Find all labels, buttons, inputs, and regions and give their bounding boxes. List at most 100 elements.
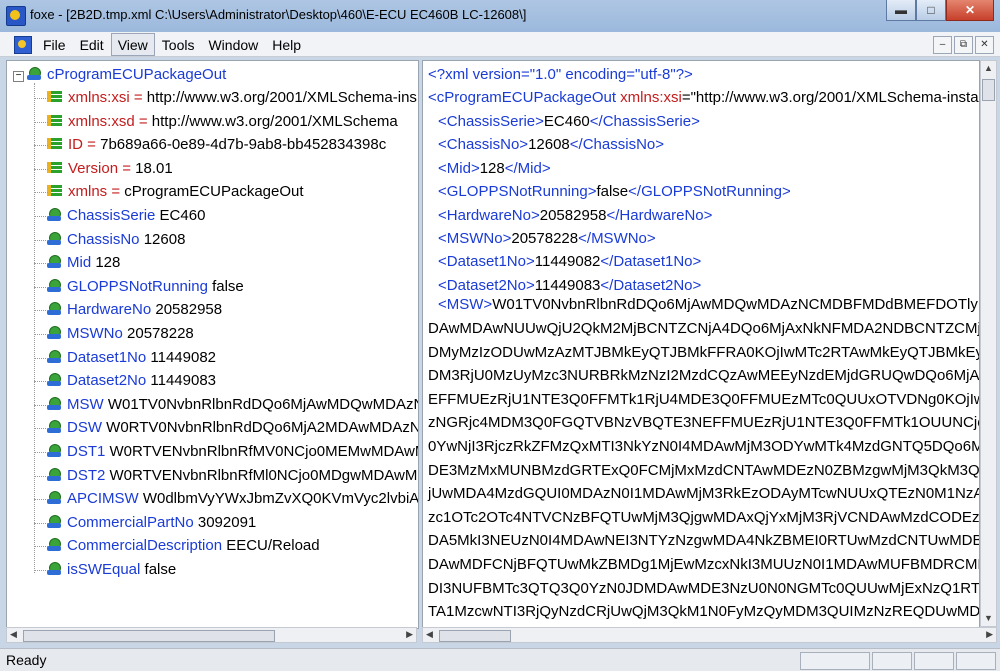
- window-controls: ▬ □ ✕: [886, 0, 994, 22]
- tree-connector: [34, 381, 48, 383]
- collapse-toggle-icon[interactable]: −: [13, 71, 24, 82]
- element-value: 12608: [143, 230, 186, 248]
- xml-root-open: <cProgramECUPackageOut xmlns:xsi="http:/…: [428, 89, 980, 106]
- status-cell: [872, 652, 912, 670]
- tree-attribute-row[interactable]: Version = 18.01: [47, 158, 173, 180]
- window-title: foxe - [2B2D.tmp.xml C:\Users\Administra…: [30, 7, 527, 22]
- attribute-value: http://www.w3.org/2001/XMLSchema-ins: [146, 89, 417, 106]
- xml-declaration: <?xml version="1.0" encoding="utf-8"?>: [428, 66, 693, 83]
- attribute-icon: [47, 91, 62, 103]
- attribute-value: 7b689a66-0e89-4d7b-9ab8-bb452834398c: [100, 136, 387, 154]
- element-icon: [47, 208, 61, 222]
- tree-element-row[interactable]: Mid 128: [47, 252, 120, 274]
- tree-element-row[interactable]: ChassisNo 12608: [47, 229, 185, 251]
- doc-close-button[interactable]: ✕: [975, 36, 994, 54]
- scroll-up-icon[interactable]: ▲: [981, 61, 996, 76]
- element-name: DSW: [67, 419, 102, 437]
- menu-tools[interactable]: Tools: [155, 33, 202, 56]
- tree-element-row[interactable]: DST2 W0RTVENvbnRlbnRfMl0NCjo0MDgwMDAwMD: [47, 465, 418, 487]
- tree-hscroll-thumb[interactable]: [23, 630, 275, 642]
- element-name: CommercialDescription: [67, 537, 223, 555]
- tree-connector: [34, 145, 48, 147]
- tree-element-row[interactable]: HardwareNo 20582958: [47, 299, 222, 321]
- xml-element-line: <MSWNo>20578228</MSWNo>: [438, 230, 656, 247]
- doc-restore-button[interactable]: ⧉: [954, 36, 973, 54]
- scroll-thumb[interactable]: [982, 79, 995, 101]
- tree-element-row[interactable]: MSW W01TV0NvbnRlbnRdDQo6MjAwMDQwMDAzN: [47, 394, 418, 416]
- close-button[interactable]: ✕: [946, 0, 994, 21]
- attribute-equals: =: [129, 89, 147, 106]
- attribute-value: http://www.w3.org/2001/XMLSchema: [151, 112, 398, 130]
- xml-element-line: <HardwareNo>20582958</HardwareNo>: [438, 206, 713, 224]
- tree-element-row[interactable]: APCIMSW W0dlbmVyYWxJbmZvXQ0KVmVyc2lvbiA9…: [47, 488, 419, 510]
- element-value: 20578228: [127, 325, 194, 342]
- xml-text-line: DAwMDAwNUUwQjU2QkM2MjBCNTZCNjA4DQo6MjAxN…: [428, 320, 980, 337]
- attribute-name: xmlns:xsi: [68, 89, 130, 106]
- scroll-right-icon[interactable]: ▶: [406, 629, 413, 640]
- element-name: Dataset2No: [67, 372, 147, 390]
- vertical-scrollbar[interactable]: ▲ ▼: [980, 60, 997, 627]
- scroll-down-icon[interactable]: ▼: [981, 611, 996, 626]
- tree-element-row[interactable]: MSWNo 20578228: [47, 323, 194, 345]
- tree-attribute-row[interactable]: xmlns = cProgramECUPackageOut: [47, 181, 304, 203]
- status-cell: [914, 652, 954, 670]
- element-value: false: [212, 277, 244, 295]
- menu-file[interactable]: File: [36, 33, 73, 56]
- tree-element-row[interactable]: DSW W0RTV0NvbnRlbnRdDQo6MjA2MDAwMDAzNz: [47, 417, 418, 439]
- status-cell: [956, 652, 996, 670]
- attribute-name: xmlns: [68, 183, 108, 201]
- attribute-name: ID: [68, 136, 83, 154]
- element-name: ChassisNo: [67, 230, 140, 248]
- element-icon: [47, 396, 61, 411]
- source-hscroll-thumb[interactable]: [439, 630, 511, 642]
- tree-attribute-row[interactable]: ID = 7b689a66-0e89-4d7b-9ab8-bb452834398…: [47, 134, 386, 156]
- element-value: W0dlbmVyYWxJbmZvXQ0KVmVyc2lvbiA9I: [142, 490, 419, 508]
- tree-connector: [34, 121, 48, 123]
- xml-text-line: DI3NUFBMTc3QTQ3Q0YzN0JDMDAwMDE3NzU0N0NGM…: [428, 579, 980, 597]
- xml-tree-view[interactable]: − cProgramECUPackageOut xmlns:xsi = http…: [6, 60, 419, 629]
- attribute-equals: =: [118, 159, 136, 177]
- element-value: 3092091: [197, 513, 257, 531]
- tree-element-row[interactable]: ChassisSerie EC460: [47, 205, 205, 227]
- menu-view[interactable]: View: [110, 33, 155, 56]
- element-icon: [47, 491, 61, 505]
- xml-source-view[interactable]: <?xml version="1.0" encoding="utf-8"?> <…: [422, 60, 980, 629]
- tree-element-row[interactable]: isSWEqual false: [47, 559, 176, 581]
- element-name: isSWEqual: [67, 561, 141, 578]
- tree-connector: [34, 546, 48, 548]
- tree-element-row[interactable]: DST1 W0RTVENvbnRlbnRfMV0NCjo0MEMwMDAwM: [47, 441, 418, 463]
- menu-edit[interactable]: Edit: [73, 33, 111, 56]
- tree-attribute-row[interactable]: xmlns:xsi = http://www.w3.org/2001/XMLSc…: [47, 87, 417, 109]
- scroll-left-icon[interactable]: ◀: [426, 629, 433, 640]
- element-value: EECU/Reload: [226, 537, 320, 555]
- menu-window[interactable]: Window: [201, 33, 265, 56]
- element-icon: [47, 302, 61, 316]
- tree-element-row[interactable]: Dataset2No 11449083: [47, 370, 216, 392]
- tree-element-row[interactable]: GLOPPSNotRunning false: [47, 276, 244, 298]
- xml-text-line: 0YwNjI3RjczRkZFMzQxMTI3NkYzN0I4MDAwMjM3O…: [428, 438, 980, 455]
- maximize-button[interactable]: □: [916, 0, 946, 21]
- xml-text-line: DMyMzIzODUwMzAzMTJBMkEyQTJBMkFFRA0KOjIwM…: [428, 343, 980, 361]
- attribute-icon: [47, 161, 62, 174]
- tree-element-row[interactable]: CommercialPartNo 3092091: [47, 512, 256, 534]
- tree-horizontal-scrollbar[interactable]: ◀ ▶: [6, 627, 417, 643]
- element-name: APCIMSW: [67, 490, 139, 508]
- tree-element-row[interactable]: CommercialDescription EECU/Reload: [47, 535, 320, 557]
- xml-text-line: jUwMDA4MzdGQUI0MDAzN0I1MDAwMjM3RkEzODAyM…: [428, 485, 980, 503]
- element-value: 11449082: [150, 348, 217, 366]
- tree-element-row[interactable]: Dataset1No 11449082: [47, 347, 216, 369]
- tree-connector: [34, 357, 48, 359]
- tree-connector: [34, 499, 48, 501]
- minimize-button[interactable]: ▬: [886, 0, 916, 21]
- tree-attribute-row[interactable]: xmlns:xsd = http://www.w3.org/2001/XMLSc…: [47, 111, 398, 133]
- menu-help[interactable]: Help: [265, 33, 308, 56]
- scroll-right-icon[interactable]: ▶: [986, 629, 993, 640]
- app-icon[interactable]: [6, 6, 26, 26]
- source-horizontal-scrollbar[interactable]: ◀ ▶: [422, 627, 997, 643]
- doc-minimize-button[interactable]: –: [933, 36, 952, 54]
- scroll-left-icon[interactable]: ◀: [10, 629, 17, 640]
- document-icon[interactable]: [14, 36, 32, 54]
- element-name: DST1: [67, 443, 106, 460]
- tree-connector: [34, 98, 48, 99]
- tree-connector: [34, 286, 48, 288]
